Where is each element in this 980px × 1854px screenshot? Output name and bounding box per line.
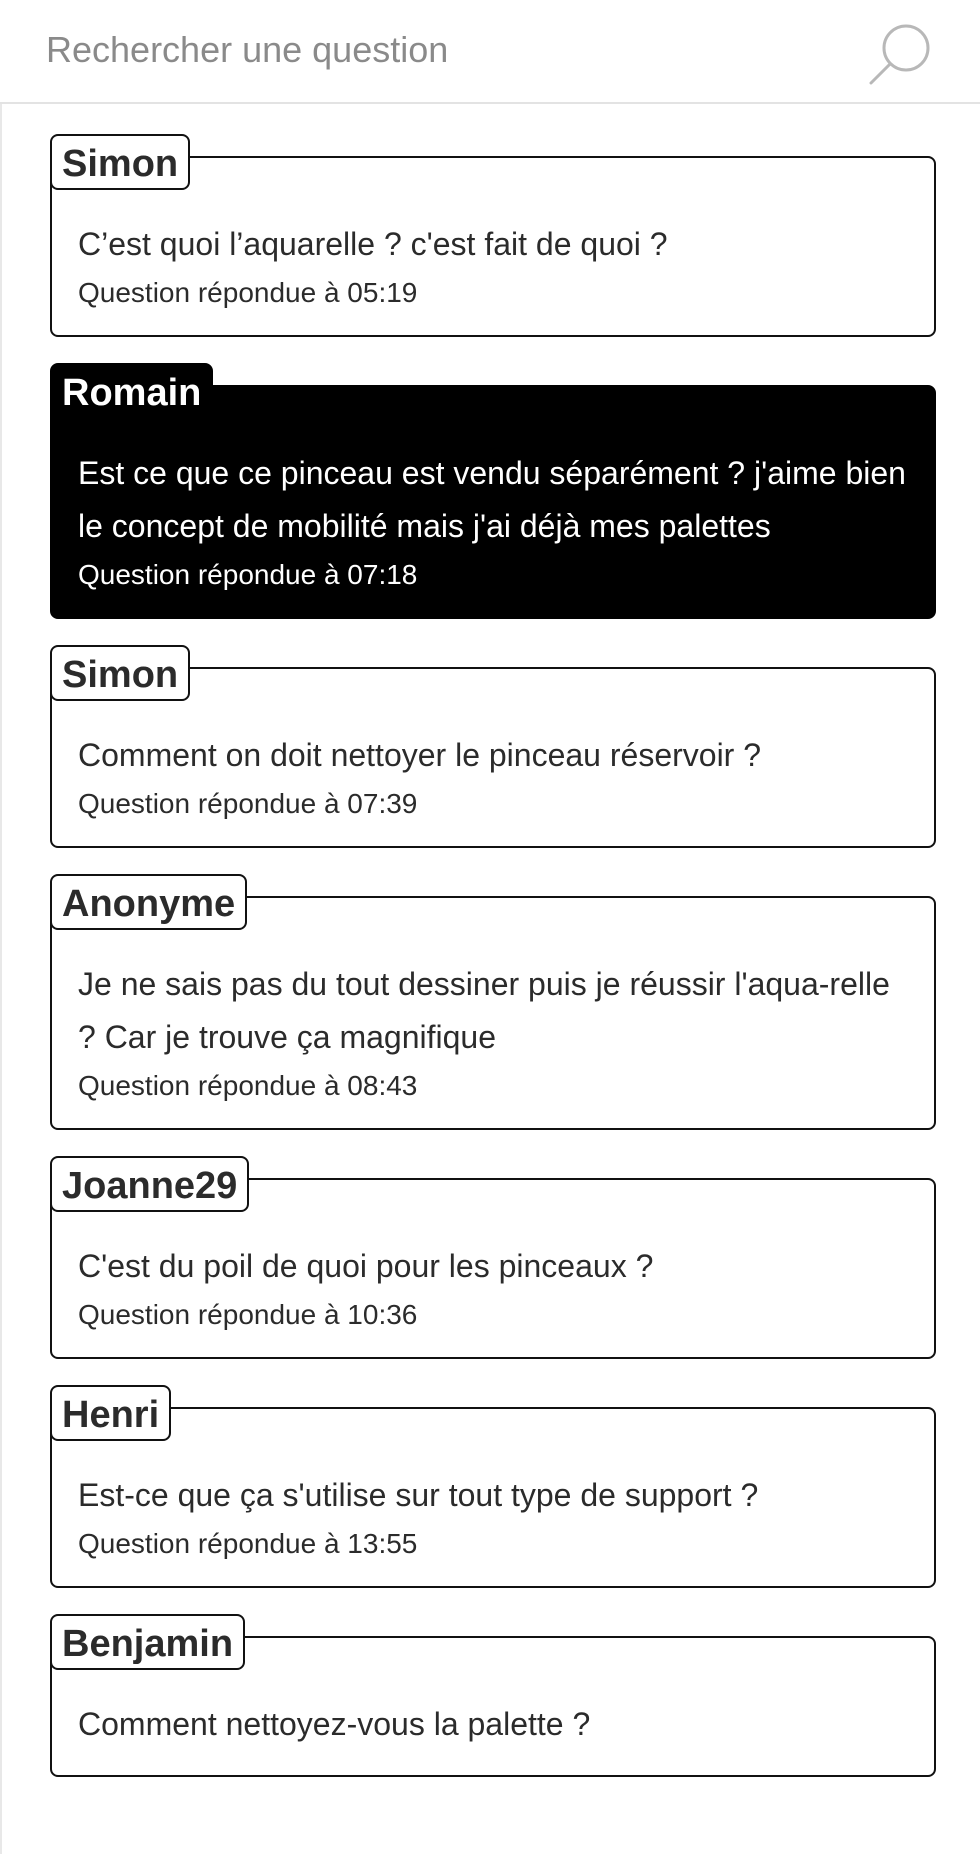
answer-timestamp: Question répondue à 13:55 (78, 1528, 418, 1559)
answer-timestamp: Question répondue à 10:36 (78, 1299, 418, 1330)
answer-timestamp: Question répondue à 05:19 (78, 277, 418, 308)
author-name: Romain (50, 363, 214, 419)
search-icon[interactable] (866, 20, 936, 90)
author-name: Anonyme (50, 874, 248, 930)
question-text: Comment nettoyez-vous la palette ? (78, 1706, 591, 1742)
question-text: C’est quoi l’aquarelle ? c'est fait de q… (78, 226, 668, 262)
answer-timestamp: Question répondue à 08:43 (78, 1070, 418, 1101)
author-name: Simon (50, 134, 191, 190)
author-name: Benjamin (50, 1614, 246, 1670)
question-card[interactable]: Anonyme Je ne sais pas du tout dessiner … (50, 874, 936, 1130)
answer-timestamp: Question répondue à 07:39 (78, 788, 418, 819)
question-text: Comment on doit nettoyer le pinceau rése… (78, 737, 762, 773)
question-card[interactable]: Benjamin Comment nettoyez-vous la palett… (50, 1614, 936, 1777)
question-card[interactable]: Henri Est-ce que ça s'utilise sur tout t… (50, 1385, 936, 1588)
answer-timestamp: Question répondue à 07:18 (78, 559, 418, 590)
question-text: Est-ce que ça s'utilise sur tout type de… (78, 1477, 759, 1513)
question-text: C'est du poil de quoi pour les pinceaux … (78, 1248, 654, 1284)
question-card[interactable]: Romain Est ce que ce pinceau est vendu s… (50, 363, 936, 619)
search-input[interactable] (46, 20, 826, 80)
question-list: Simon C’est quoi l’aquarelle ? c'est fai… (50, 134, 936, 1803)
search-bar (0, 0, 980, 104)
question-text: Est ce que ce pinceau est vendu séparéme… (78, 455, 906, 544)
question-card[interactable]: Simon Comment on doit nettoyer le pincea… (50, 645, 936, 848)
question-card[interactable]: Simon C’est quoi l’aquarelle ? c'est fai… (50, 134, 936, 337)
question-text: Je ne sais pas du tout dessiner puis je … (78, 966, 890, 1055)
author-name: Simon (50, 645, 191, 701)
question-card-body: Est-ce que ça s'utilise sur tout type de… (50, 1407, 936, 1588)
author-name: Henri (50, 1385, 172, 1441)
question-card[interactable]: Joanne29 C'est du poil de quoi pour les … (50, 1156, 936, 1359)
author-name: Joanne29 (50, 1156, 250, 1212)
